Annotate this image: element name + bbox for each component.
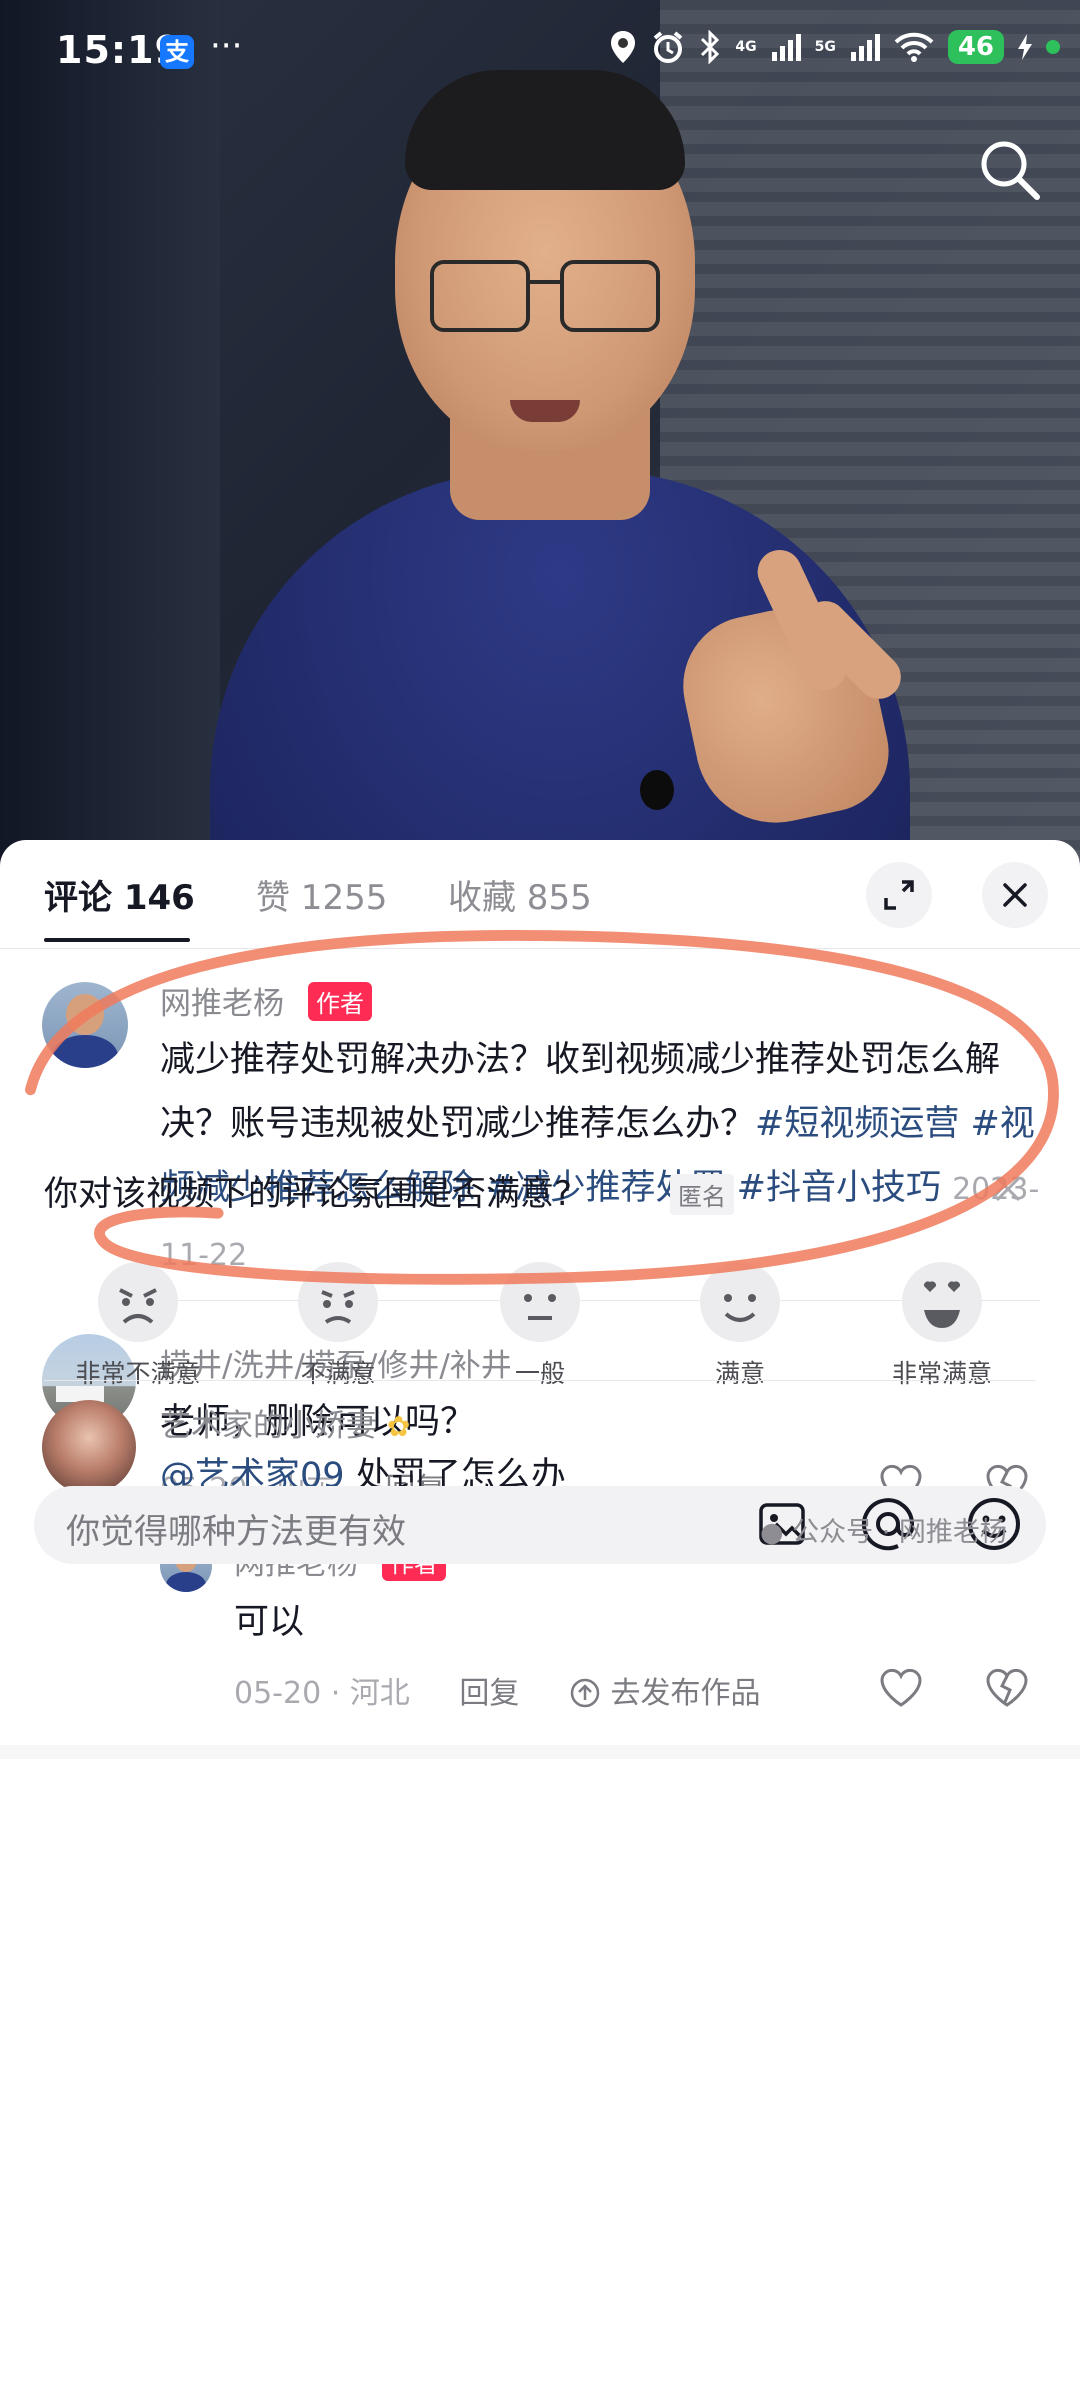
comment-text: 减少推荐处罚解决办法？收到视频减少推荐处罚怎么解决？账号违规被处罚减少推荐怎么办…: [160, 1028, 1040, 1288]
status-icons: 4G 5G 46: [609, 30, 1060, 64]
publish-work-button[interactable]: 去发布作品: [569, 1676, 761, 1711]
rating-label: 一般: [514, 1359, 565, 1388]
presenter-mouth: [510, 400, 580, 422]
dislike-icon[interactable]: [982, 1662, 1032, 1712]
rating-dissatisfied[interactable]: 不满意: [258, 1258, 418, 1390]
watermark-text: 公众号 · 网推老杨: [792, 1517, 1007, 1548]
comment-tabs: 评论 146 赞 1255 收藏 855: [0, 840, 1080, 950]
expand-icon: [884, 880, 914, 910]
author-badge: 作者: [308, 982, 372, 1021]
lapel-mic: [640, 770, 674, 810]
satisfied-face-icon: [700, 1262, 780, 1342]
tab-comments[interactable]: 评论 146: [44, 870, 195, 919]
comment-sheet: 评论 146 赞 1255 收藏 855 网推老杨 作者 减少推荐处罚解决办法？…: [0, 840, 1080, 2401]
like-icon[interactable]: [876, 1662, 926, 1712]
signal-icon: [850, 34, 880, 61]
video-background: [0, 0, 220, 860]
bluetooth-icon: [701, 30, 720, 64]
survey-question: 你对该视频下的评论氛围是否满意?: [44, 1174, 573, 1214]
rating-satisfied[interactable]: 满意: [660, 1258, 820, 1390]
wifi-icon: [894, 32, 934, 62]
tabs-divider: [0, 948, 1080, 949]
rating-very-dissatisfied[interactable]: 非常不满意: [58, 1258, 218, 1390]
reply-button[interactable]: 回复: [459, 1676, 519, 1711]
alarm-icon: [654, 31, 683, 63]
watermark: ● 公众号 · 网推老杨: [760, 1510, 1007, 1549]
hashtag[interactable]: #短视频运营: [755, 1104, 959, 1144]
network-4g-label: 4G: [735, 39, 757, 55]
rating-label: 非常不满意: [75, 1359, 201, 1388]
status-bar: 15:19 支 ··· 4G 5G 46: [0, 0, 1080, 105]
comment-date: 05-20: [234, 1676, 322, 1711]
video-player[interactable]: [0, 0, 1080, 860]
comment-author-name[interactable]: 艺术家的小娇妻 ✿: [160, 1400, 410, 1445]
comment-location: 河北: [349, 1676, 410, 1711]
rating-label: 不满意: [300, 1359, 376, 1388]
tab-favorites[interactable]: 收藏 855: [448, 870, 592, 919]
charging-icon: [1018, 34, 1032, 60]
avatar[interactable]: [42, 982, 128, 1068]
tab-likes[interactable]: 赞 1255: [256, 870, 387, 919]
close-icon: [1003, 883, 1027, 907]
presenter-glasses: [430, 260, 660, 340]
neutral-face-icon: [500, 1262, 580, 1342]
hashtag[interactable]: #抖音小技巧: [737, 1168, 941, 1208]
rating-neutral[interactable]: 一般: [460, 1258, 620, 1390]
publish-work-label: 去发布作品: [610, 1676, 761, 1711]
privacy-indicator: [1046, 40, 1060, 54]
rating-very-satisfied[interactable]: 非常满意: [862, 1258, 1022, 1390]
search-button[interactable]: [970, 130, 1050, 210]
avatar[interactable]: [42, 1400, 136, 1494]
close-survey-icon[interactable]: [985, 1166, 1031, 1212]
very-dissatisfied-face-icon: [98, 1262, 178, 1342]
comment-author-name[interactable]: 网推老杨: [160, 978, 284, 1023]
comment-input-placeholder: 你觉得哪种方法更有效: [66, 1512, 406, 1552]
battery-level: 46: [947, 30, 1004, 64]
rating-label: 满意: [714, 1359, 765, 1388]
network-5g-label: 5G: [814, 39, 836, 55]
expand-button[interactable]: [866, 862, 932, 928]
location-icon: [611, 31, 636, 63]
anonymous-badge: 匿名: [670, 1174, 734, 1215]
comment-text: 可以: [234, 1602, 305, 1642]
dissatisfied-face-icon: [298, 1262, 378, 1342]
comment-author-name-text: 艺术家的小娇妻: [160, 1408, 377, 1444]
active-tab-indicator: [44, 938, 190, 942]
section-spacer: [0, 1745, 1080, 1759]
survey-divider: [44, 1380, 1036, 1381]
close-sheet-button[interactable]: [982, 862, 1048, 928]
very-satisfied-face-icon: [902, 1262, 982, 1342]
signal-icon: [771, 34, 801, 61]
more-notifications-icon: ···: [210, 26, 243, 66]
sunflower-icon: ✿: [386, 1410, 411, 1443]
wechat-icon: ●: [760, 1517, 784, 1548]
upload-icon: [570, 1678, 600, 1708]
comment-meta: 05-20 · 河北 回复 去发布作品: [234, 1676, 761, 1711]
rating-label: 非常满意: [891, 1359, 992, 1388]
search-icon: [981, 141, 1040, 200]
alipay-icon: 支: [160, 35, 194, 69]
